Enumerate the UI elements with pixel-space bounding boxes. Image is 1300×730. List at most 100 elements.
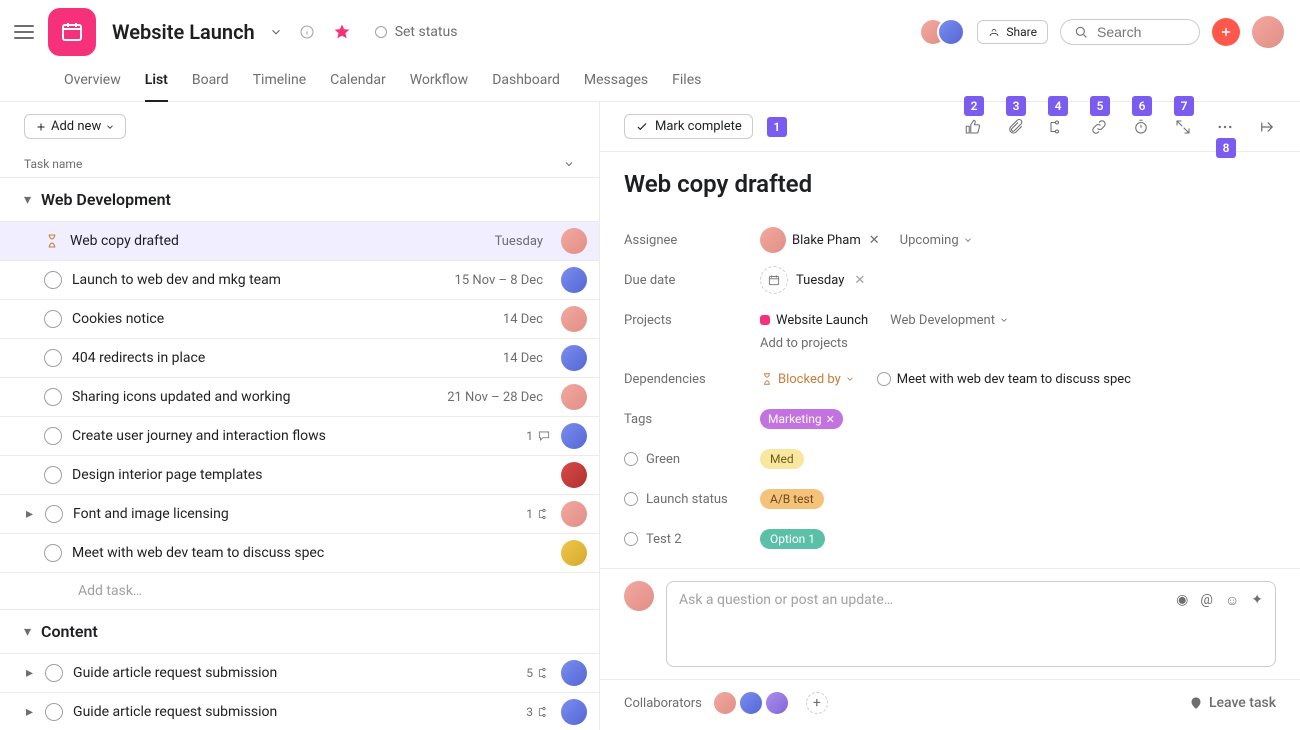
task-row[interactable]: Create user journey and interaction flow… (0, 417, 599, 456)
overlay-badge: 6 (1132, 96, 1152, 116)
section-toggle-icon[interactable]: ▾ (24, 192, 31, 208)
set-status-button[interactable]: Set status (375, 24, 458, 40)
task-row[interactable]: 404 redirects in place 14 Dec (0, 339, 599, 378)
assignee-avatar[interactable] (561, 345, 587, 371)
task-row[interactable]: Meet with web dev team to discuss spec (0, 534, 599, 573)
complete-checkbox[interactable] (44, 310, 62, 328)
search-input[interactable] (1097, 24, 1187, 40)
fullscreen-icon[interactable]: 7 (1174, 118, 1192, 136)
task-row[interactable]: ▸ Font and image licensing 1 (0, 495, 599, 534)
section-header[interactable]: ▾ Content (0, 610, 599, 654)
cf-value[interactable]: A/B test (760, 489, 824, 509)
task-row[interactable]: Web copy drafted Tuesday (0, 222, 599, 261)
project-title[interactable]: Website Launch (112, 20, 255, 44)
tag-chip[interactable]: Marketing ✕ (760, 409, 843, 429)
add-to-projects-link[interactable]: Add to projects (760, 336, 1276, 351)
assignee-avatar[interactable] (561, 306, 587, 332)
complete-checkbox[interactable] (44, 349, 62, 367)
emoji-icon[interactable]: ☺ (1225, 592, 1239, 609)
task-row[interactable]: Sharing icons updated and working 21 Nov… (0, 378, 599, 417)
close-panel-icon[interactable] (1258, 118, 1276, 136)
hamburger-menu[interactable] (12, 20, 36, 44)
complete-checkbox[interactable] (44, 427, 62, 445)
calendar-icon[interactable] (760, 266, 788, 294)
collaborator-avatars[interactable] (712, 690, 790, 716)
tab-workflow[interactable]: Workflow (410, 62, 469, 101)
tab-overview[interactable]: Overview (64, 62, 121, 101)
add-collaborator-button[interactable]: + (806, 692, 828, 714)
task-row[interactable]: Cookies notice 14 Dec (0, 300, 599, 339)
task-row[interactable]: ▸ Guide article request submission 3 (0, 693, 599, 730)
tab-board[interactable]: Board (192, 62, 229, 101)
section-header[interactable]: ▾ Web Development (0, 178, 599, 222)
column-menu-icon[interactable] (563, 158, 575, 170)
star-icon[interactable]: ✦ (1251, 592, 1263, 609)
assignee-avatar[interactable] (561, 384, 587, 410)
assignee-avatar[interactable] (561, 423, 587, 449)
clear-assignee-icon[interactable]: ✕ (869, 233, 880, 248)
dependency-task[interactable]: Meet with web dev team to discuss spec (877, 372, 1131, 387)
project-menu-chevron-icon[interactable] (269, 25, 283, 39)
assignee-avatar[interactable] (561, 660, 587, 686)
assignee-avatar[interactable] (561, 267, 587, 293)
project-icon[interactable] (48, 8, 96, 56)
mytasks-section-button[interactable]: Upcoming (900, 233, 973, 248)
project-chip[interactable]: Website Launch (760, 313, 868, 328)
complete-checkbox[interactable] (44, 544, 62, 562)
blocked-by-chip[interactable]: Blocked by (760, 372, 855, 387)
more-icon[interactable]: 8 (1216, 118, 1234, 136)
assignee-avatar[interactable] (561, 699, 587, 725)
expand-subtasks-icon[interactable]: ▸ (26, 665, 33, 681)
complete-checkbox[interactable] (44, 388, 62, 406)
tab-timeline[interactable]: Timeline (253, 62, 306, 101)
link-icon[interactable]: 5 (1090, 118, 1108, 136)
star-icon[interactable] (333, 23, 351, 41)
complete-checkbox[interactable] (45, 664, 63, 682)
section-toggle-icon[interactable]: ▾ (24, 624, 31, 640)
tab-messages[interactable]: Messages (584, 62, 648, 101)
complete-checkbox[interactable] (45, 703, 63, 721)
assignee-avatar[interactable] (561, 501, 587, 527)
complete-checkbox[interactable] (45, 505, 63, 523)
cf-value[interactable]: Med (760, 449, 804, 469)
quick-add-button[interactable] (1212, 18, 1240, 46)
detail-task-title[interactable]: Web copy drafted (624, 170, 1276, 198)
add-new-button[interactable]: Add new (24, 114, 126, 139)
mark-complete-button[interactable]: Mark complete (624, 114, 753, 139)
member-avatars[interactable] (919, 18, 965, 46)
complete-checkbox[interactable] (44, 466, 62, 484)
task-row[interactable]: Launch to web dev and mkg team 15 Nov – … (0, 261, 599, 300)
like-icon[interactable]: 2 (964, 118, 982, 136)
info-icon[interactable] (299, 24, 315, 40)
task-row[interactable]: ▸ Guide article request submission 5 (0, 654, 599, 693)
mention-icon[interactable]: @ (1200, 592, 1213, 609)
assignee-avatar[interactable] (561, 462, 587, 488)
complete-checkbox[interactable] (44, 271, 62, 289)
cf-value[interactable]: Option 1 (760, 529, 825, 549)
due-date-value[interactable]: Tuesday (796, 273, 844, 288)
search-input-wrap[interactable] (1060, 19, 1200, 45)
user-avatar[interactable] (1252, 16, 1284, 48)
tab-calendar[interactable]: Calendar (330, 62, 386, 101)
tab-dashboard[interactable]: Dashboard (492, 62, 560, 101)
expand-subtasks-icon[interactable]: ▸ (26, 506, 33, 522)
assignee-avatar[interactable] (561, 228, 587, 254)
subtasks-icon[interactable]: 4 (1048, 118, 1066, 136)
clear-date-icon[interactable]: ✕ (854, 273, 865, 288)
record-icon[interactable]: ◉ (1176, 592, 1188, 609)
expand-subtasks-icon[interactable]: ▸ (26, 704, 33, 720)
share-button[interactable]: Share (977, 20, 1048, 44)
task-row[interactable]: Design interior page templates (0, 456, 599, 495)
tab-list[interactable]: List (145, 62, 168, 102)
assignee-avatar[interactable] (561, 540, 587, 566)
timer-icon[interactable]: 6 (1132, 118, 1150, 136)
assignee-chip[interactable]: Blake Pham ✕ (760, 227, 880, 253)
remove-tag-icon[interactable]: ✕ (826, 413, 835, 426)
attachment-icon[interactable]: 3 (1006, 118, 1024, 136)
project-section-button[interactable]: Web Development (890, 313, 1009, 328)
tab-files[interactable]: Files (672, 62, 701, 101)
add-task-row[interactable]: Add task… (0, 573, 599, 610)
complete-checkbox[interactable] (877, 372, 891, 386)
leave-task-button[interactable]: Leave task (1189, 695, 1276, 711)
comment-input[interactable]: Ask a question or post an update… ◉ @ ☺ … (666, 581, 1276, 667)
